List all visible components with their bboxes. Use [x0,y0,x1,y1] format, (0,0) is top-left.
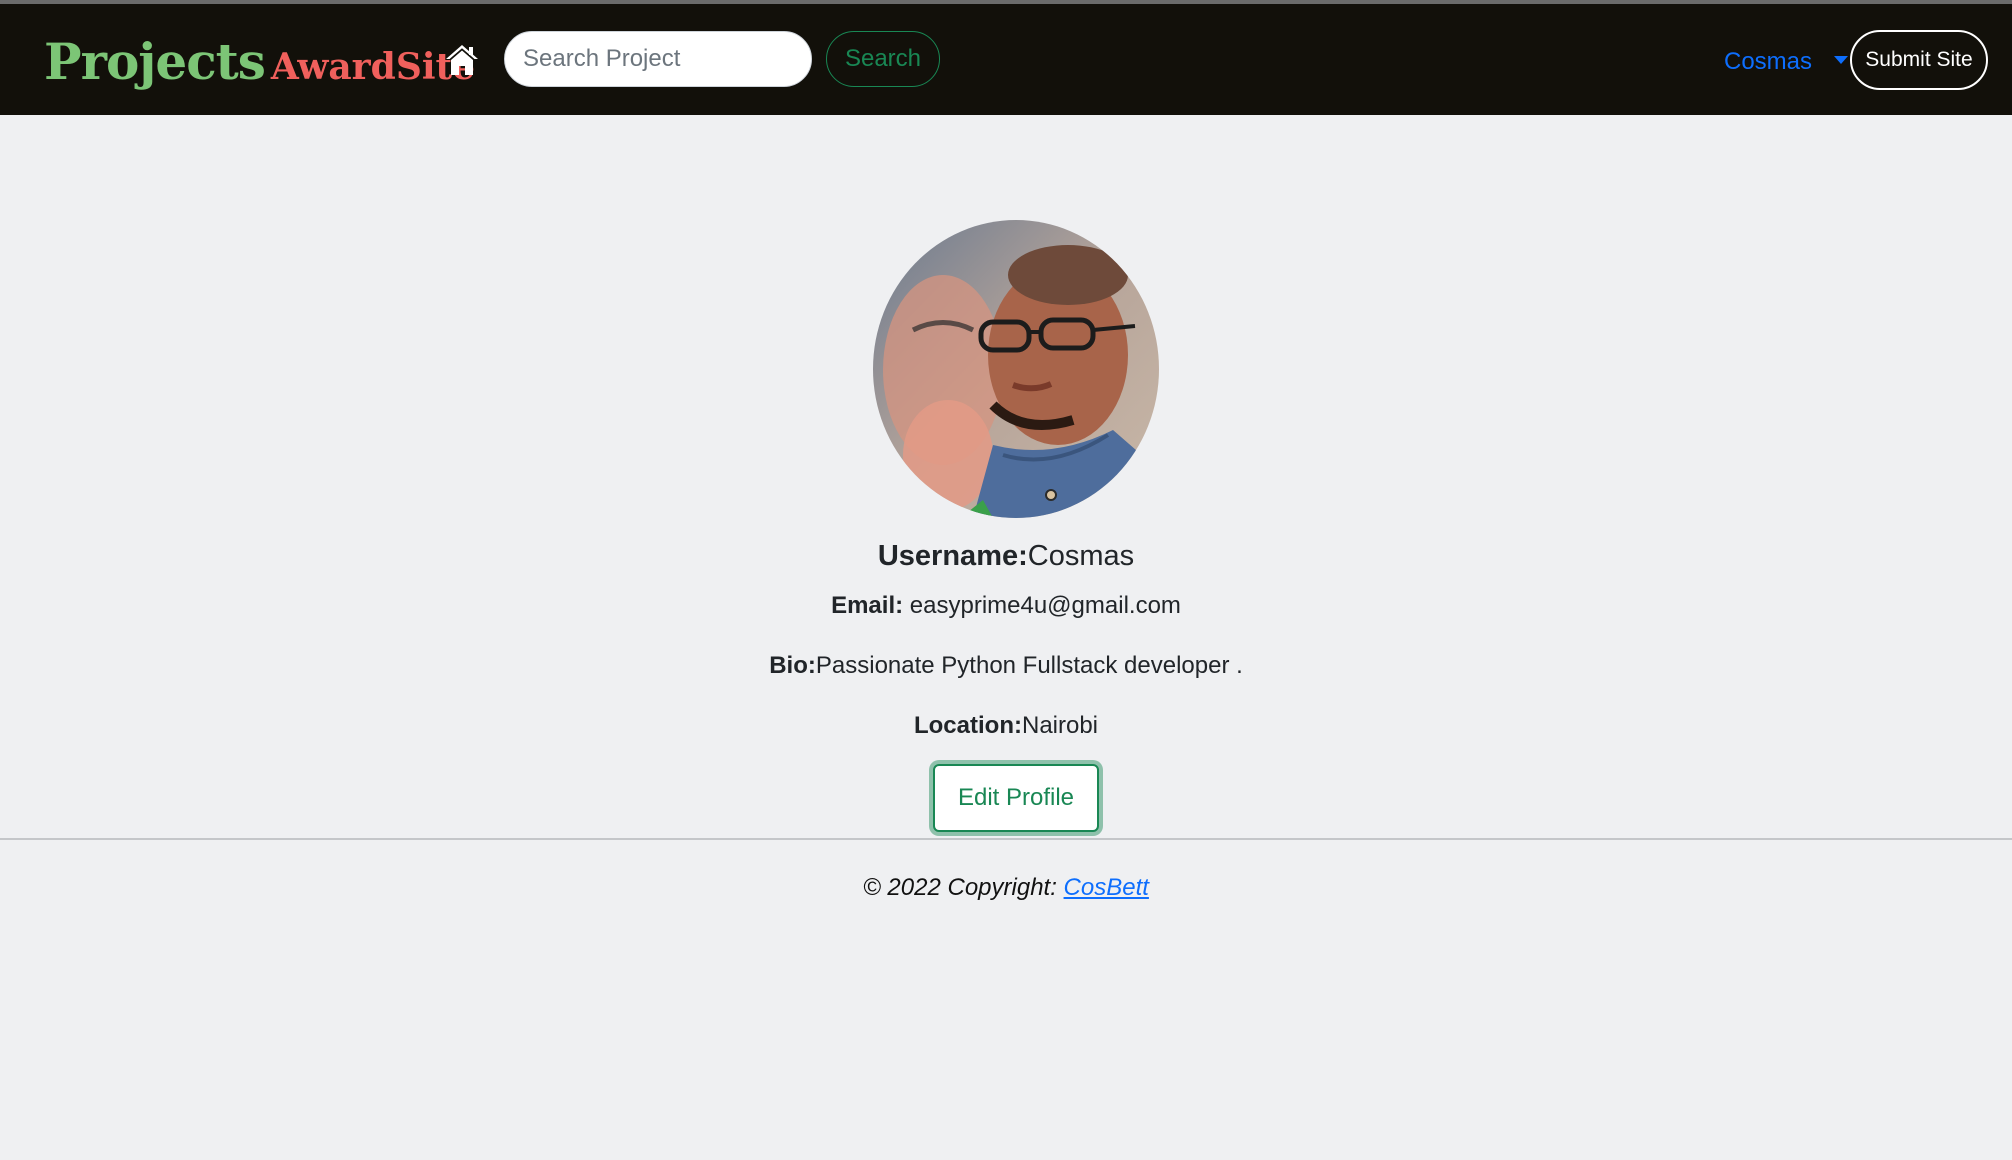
bio-line: Bio:Passionate Python Fullstack develope… [0,652,2012,680]
location-value: Nairobi [1021,712,1099,739]
navbar: ProjectsAwardSite Search Cosmas Submit S… [0,4,2012,115]
brand-main: Projects [44,32,266,91]
home-icon[interactable] [444,42,480,78]
email-label: Email: [831,592,904,619]
location-label: Location: [913,712,1022,739]
bio-value: Passionate Python Fullstack developer . [815,652,1243,679]
caret-down-icon[interactable] [1834,56,1848,64]
brand-logo[interactable]: Projects AwardSite [44,32,475,91]
footer-divider [0,838,2012,840]
location-line: Location:Nairobi [0,712,2012,740]
footer-copyright: © 2022 Copyright: [863,874,1057,901]
email-line: Email: easyprime4u@gmail.com [0,592,2012,620]
username-label: Username: [877,540,1028,572]
username-value: Cosmas [1027,540,1135,572]
search-input[interactable] [504,31,812,87]
bio-label: Bio: [769,652,816,679]
edit-profile-button[interactable]: Edit Profile [933,764,1099,832]
footer-link[interactable]: CosBett [1064,874,1149,901]
username-line: Username:Cosmas [0,540,2012,573]
email-value: easyprime4u@gmail.com [909,592,1181,619]
search-button[interactable]: Search [826,31,940,87]
submit-site-button[interactable]: Submit Site [1850,30,1988,90]
footer: © 2022 Copyright: CosBett [0,874,2012,902]
avatar [873,220,1159,518]
user-menu-link[interactable]: Cosmas [1724,48,1812,76]
